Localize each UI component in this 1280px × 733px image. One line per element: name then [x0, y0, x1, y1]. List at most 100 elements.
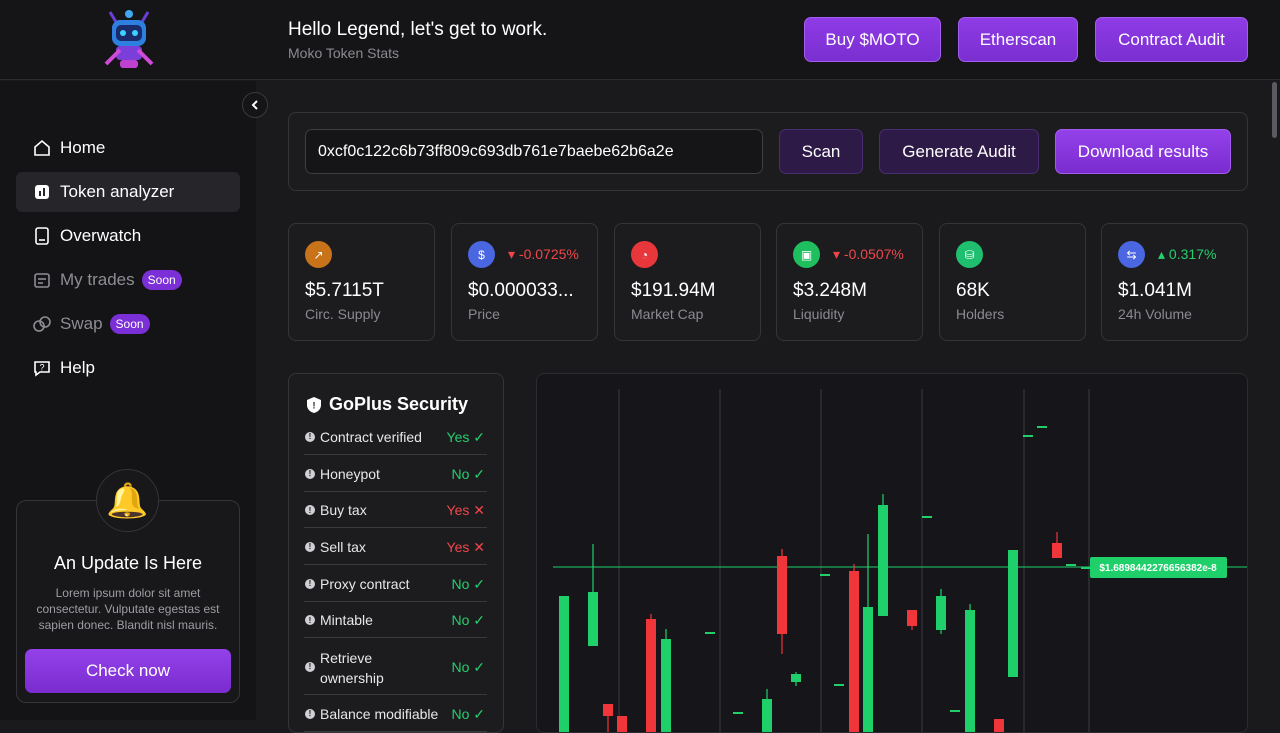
cash-icon: ▣ [793, 241, 820, 268]
swap-icon [33, 316, 51, 332]
volume-icon: ⇆ [1118, 241, 1145, 268]
svg-text:?: ? [39, 363, 44, 373]
etherscan-button[interactable]: Etherscan [958, 17, 1078, 62]
update-title: An Update Is Here [53, 553, 203, 573]
price-change: ▾ -0.0725% [508, 246, 579, 262]
collapse-sidebar-button[interactable] [242, 92, 268, 118]
check-icon: ✓ [473, 658, 485, 675]
security-row: ! Honeypot No ✓ [304, 455, 487, 492]
info-icon: ! [305, 468, 315, 479]
scan-button[interactable]: Scan [779, 129, 863, 174]
sidebar-item-token-analyzer[interactable]: Token analyzer [16, 172, 240, 212]
candlestick-chart[interactable]: $1.6898442276656382e-8 [537, 374, 1248, 733]
check-icon: ✓ [473, 428, 485, 445]
candle-body [762, 699, 772, 732]
security-check-name: Proxy contract [320, 575, 410, 592]
candle-body [1066, 564, 1076, 566]
security-check-name: Balance modifiable [320, 705, 439, 722]
info-icon: ! [305, 505, 315, 515]
sidebar-item-label: My trades [60, 270, 135, 289]
generate-audit-button[interactable]: Generate Audit [879, 129, 1039, 174]
candle-body [661, 639, 671, 732]
info-icon: ! [305, 708, 315, 719]
stat-value: $0.000033... [468, 280, 574, 301]
sidebar-item-label: Overwatch [60, 226, 142, 245]
candle-body [1081, 567, 1091, 569]
candle-body [863, 607, 873, 732]
soon-badge: Soon [141, 270, 182, 290]
security-check-name: Contract verified [320, 428, 422, 445]
candle-body [965, 610, 975, 732]
candle-body [820, 574, 830, 576]
sidebar-item-label: Token analyzer [60, 182, 175, 201]
top-bar [0, 0, 1280, 80]
sidebar-item-my-trades[interactable]: My trades Soon [16, 260, 240, 300]
result-text: No [451, 705, 470, 722]
security-check-name: Honeypot [320, 465, 380, 482]
stat-label: 24h Volume [1118, 306, 1192, 322]
home-icon [34, 139, 50, 156]
security-row: ! Contract verified Yes ✓ [304, 418, 487, 455]
info-icon: ! [305, 578, 315, 589]
moko-logo-icon[interactable] [100, 8, 158, 70]
stat-card-price: $ ▾ -0.0725% $0.000033... Price [451, 223, 598, 341]
security-check-result: No ✓ [451, 659, 485, 676]
page-scrollbar[interactable] [1272, 82, 1277, 138]
sidebar-item-label: Swap [60, 314, 103, 333]
security-check-name: Buy tax [320, 502, 367, 518]
pie-chart-icon: ◔ [631, 241, 658, 268]
volume-change: ▴ 0.317% [1158, 246, 1217, 262]
page-subtitle: Moko Token Stats [288, 45, 400, 61]
candle-body [1037, 426, 1047, 428]
buy-moto-button[interactable]: Buy $MOTO [804, 17, 941, 62]
contract-address-input[interactable]: 0xcf0c122c6b73ff809c693db761e7baebe62b6a… [305, 129, 763, 174]
stat-value: $191.94M [631, 280, 716, 301]
supply-icon: ↗ [305, 241, 332, 268]
candle-body [777, 556, 787, 634]
sidebar-item-overwatch[interactable]: Overwatch [16, 216, 240, 256]
change-value: -0.0725% [518, 246, 579, 262]
contract-audit-button[interactable]: Contract Audit [1095, 17, 1248, 62]
candle-body [603, 704, 613, 716]
security-row: ! Retrieve ownership No ✓ [304, 638, 487, 695]
stat-card-holders: ⛁ 68K Holders [939, 223, 1086, 341]
dollar-icon: $ [468, 241, 495, 268]
sidebar-item-swap[interactable]: Swap Soon [16, 304, 240, 344]
sidebar-item-home[interactable]: Home [16, 128, 240, 168]
check-now-button[interactable]: Check now [25, 649, 231, 693]
security-check-result: Yes ✓ [447, 429, 485, 446]
security-check-name: Mintable [320, 612, 373, 628]
candle-body [834, 684, 844, 686]
security-check-result: No ✓ [451, 612, 485, 629]
check-icon: ✓ [473, 575, 485, 592]
bell-icon: 🔔 [96, 469, 159, 532]
candle-body [994, 719, 1004, 732]
soon-badge: Soon [109, 314, 150, 334]
current-price-label: $1.6898442276656382e-8 [1099, 563, 1217, 574]
candle-body [646, 619, 656, 732]
chart-icon [35, 185, 49, 199]
security-row: ! Balance modifiable No ✓ [304, 695, 487, 732]
result-text: No [451, 465, 470, 482]
info-icon: ! [305, 431, 315, 442]
candle-body [849, 571, 859, 732]
result-text: Yes [446, 428, 470, 445]
candle-body [617, 716, 627, 732]
stat-value: $5.7115T [305, 280, 384, 301]
download-results-button[interactable]: Download results [1055, 129, 1231, 174]
sidebar-item-help[interactable]: ? Help [16, 348, 240, 388]
stat-label: Circ. Supply [305, 306, 381, 322]
price-chart[interactable]: $1.6898442276656382e-8 [536, 373, 1248, 733]
check-icon: ✓ [473, 465, 485, 482]
check-icon: ✓ [473, 705, 485, 722]
stat-value: $3.248M [793, 280, 867, 301]
security-check-name: Sell tax [320, 538, 366, 555]
candle-body [950, 710, 960, 712]
stat-card-liquidity: ▣ ▾ -0.0507% $3.248M Liquidity [776, 223, 923, 341]
result-text: Yes [446, 538, 470, 555]
candle-body [1052, 543, 1062, 558]
chevron-left-icon [251, 100, 258, 110]
greeting-text: Hello Legend, let's get to work. [288, 19, 548, 40]
candle-body [1023, 435, 1033, 437]
security-check-result: No ✓ [451, 466, 485, 483]
